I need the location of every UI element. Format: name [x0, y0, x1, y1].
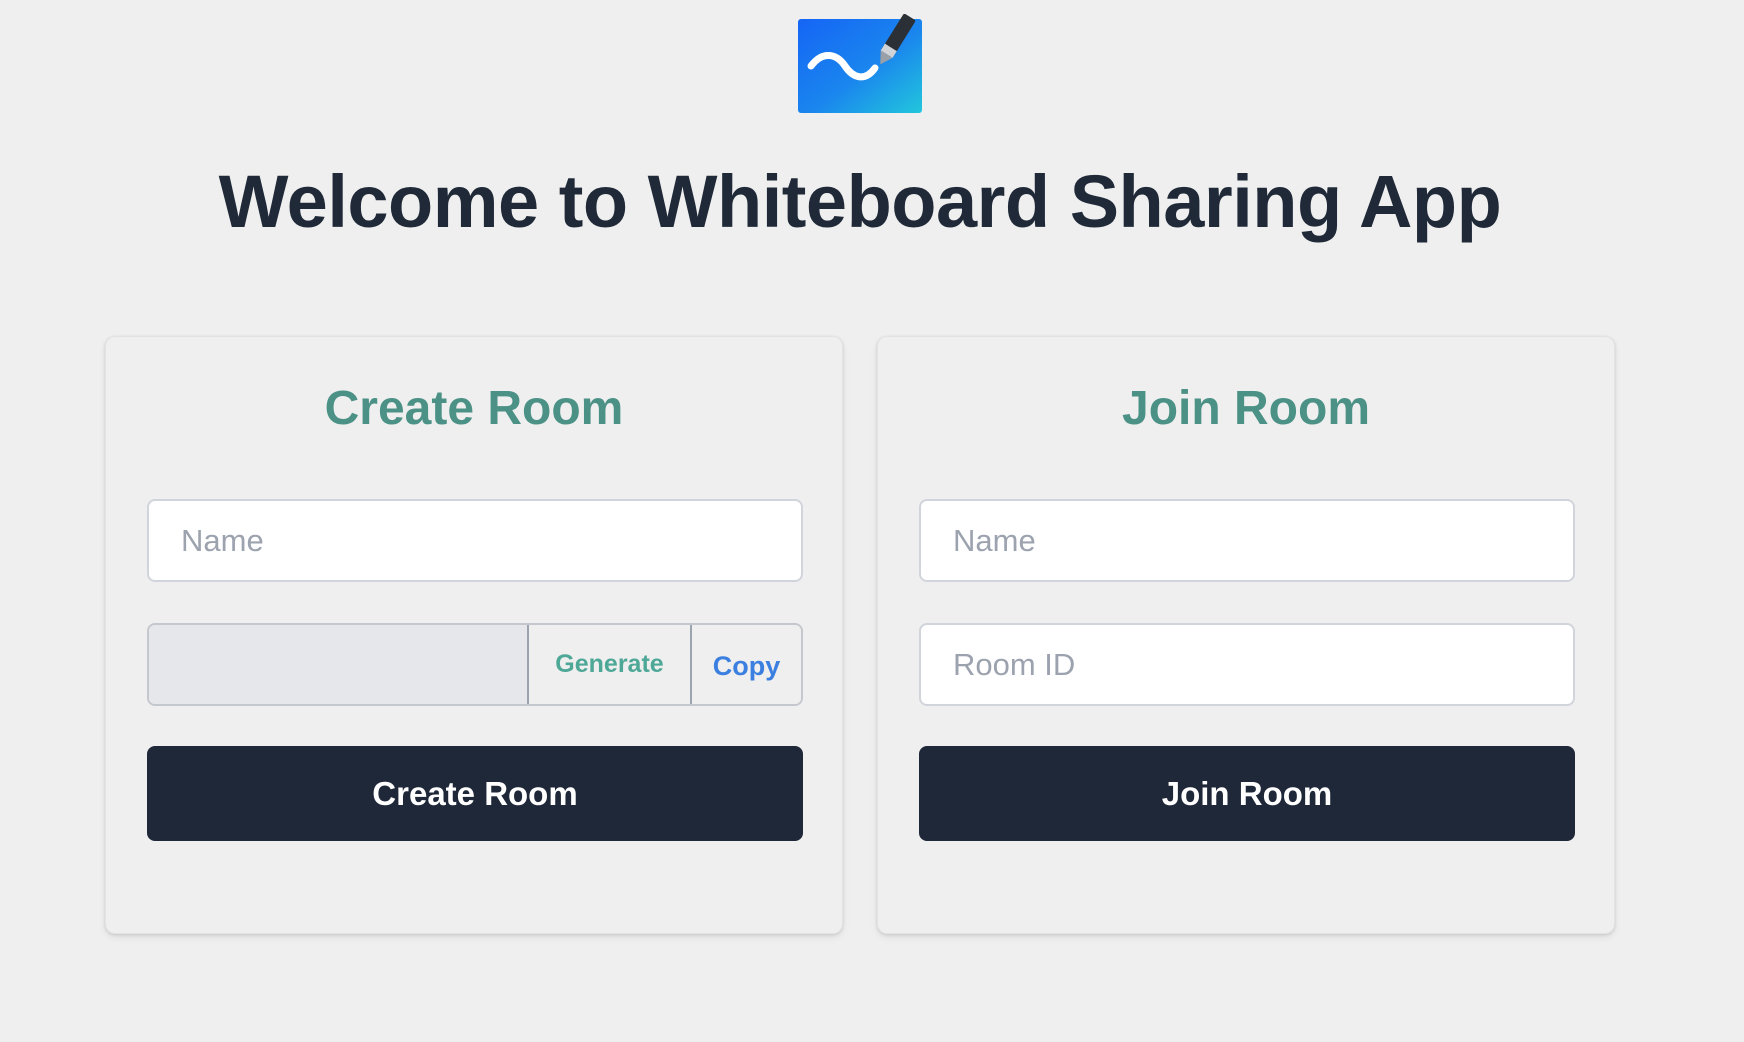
create-room-heading: Create Room: [324, 382, 624, 435]
whiteboard-pen-icon: [797, 14, 923, 114]
room-id-input[interactable]: [919, 623, 1575, 706]
page-title: Welcome to Whiteboard Sharing App: [218, 160, 1502, 243]
room-code-group: Generate Copy: [147, 623, 803, 706]
generate-button[interactable]: Generate: [527, 625, 690, 704]
join-room-heading: Join Room: [1122, 382, 1370, 435]
join-room-name-input[interactable]: [919, 499, 1575, 582]
generated-room-code-field[interactable]: [149, 625, 527, 704]
join-room-button[interactable]: Join Room: [919, 746, 1575, 841]
copy-button[interactable]: Copy: [690, 625, 801, 704]
landing-page: Welcome to Whiteboard Sharing App Create…: [0, 0, 1744, 1042]
join-room-card: Join Room Join Room: [877, 336, 1615, 934]
create-room-button[interactable]: Create Room: [147, 746, 803, 841]
create-room-card: Create Room Generate Copy Create Room: [105, 336, 843, 934]
create-room-name-input[interactable]: [147, 499, 803, 582]
